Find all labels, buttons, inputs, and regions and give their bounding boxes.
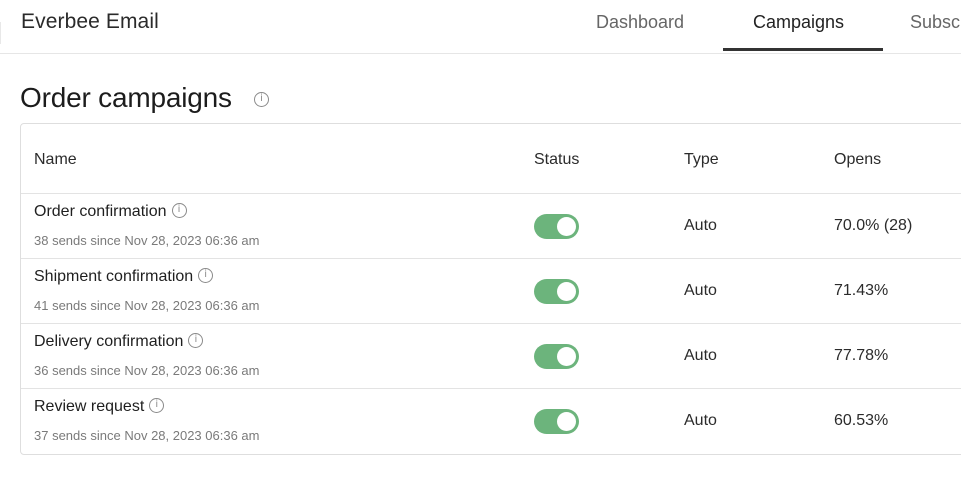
info-icon[interactable]: i bbox=[188, 333, 204, 349]
top-navigation-bar: Everbee Email Dashboard Campaigns Subsc bbox=[0, 0, 961, 54]
toggle-knob bbox=[557, 217, 576, 236]
campaign-type: Auto bbox=[684, 347, 717, 364]
campaign-sends-subtitle: 41 sends since Nov 28, 2023 06:36 am bbox=[34, 298, 260, 313]
campaign-sends-subtitle: 37 sends since Nov 28, 2023 06:36 am bbox=[34, 428, 260, 443]
table-row[interactable]: Delivery confirmation i 36 sends since No… bbox=[21, 323, 961, 388]
campaign-name[interactable]: Review request bbox=[34, 398, 144, 415]
campaign-sends-subtitle: 38 sends since Nov 28, 2023 06:36 am bbox=[34, 233, 260, 248]
app-window: Everbee Email Dashboard Campaigns Subsc … bbox=[0, 0, 961, 481]
table-row[interactable]: Order confirmation i 38 sends since Nov 2… bbox=[21, 193, 961, 258]
app-title: Everbee Email bbox=[21, 10, 159, 33]
status-toggle[interactable] bbox=[534, 279, 579, 304]
info-icon[interactable]: i bbox=[149, 398, 165, 414]
campaign-opens: 60.53% bbox=[834, 412, 889, 429]
campaign-name-cell: Order confirmation i bbox=[34, 203, 187, 221]
column-header-name: Name bbox=[34, 151, 77, 168]
left-edge-divider bbox=[0, 22, 1, 44]
info-icon[interactable]: i bbox=[171, 203, 187, 219]
campaign-name[interactable]: Delivery confirmation bbox=[34, 333, 183, 350]
status-toggle[interactable] bbox=[534, 344, 579, 369]
toggle-knob bbox=[557, 282, 576, 301]
campaign-type: Auto bbox=[684, 412, 717, 429]
campaign-name-cell: Shipment confirmation i bbox=[34, 268, 214, 286]
campaign-name[interactable]: Shipment confirmation bbox=[34, 268, 193, 285]
campaign-name-cell: Review request i bbox=[34, 398, 165, 416]
campaign-type: Auto bbox=[684, 217, 717, 234]
campaign-name[interactable]: Order confirmation bbox=[34, 203, 167, 220]
campaign-opens: 71.43% bbox=[834, 282, 889, 299]
column-header-status: Status bbox=[534, 151, 580, 168]
info-icon[interactable]: i bbox=[198, 268, 214, 284]
campaign-opens: 70.0% (28) bbox=[834, 217, 913, 234]
table-row[interactable]: Review request i 37 sends since Nov 28, 2… bbox=[21, 388, 961, 453]
status-toggle[interactable] bbox=[534, 214, 579, 239]
active-tab-indicator bbox=[723, 48, 883, 51]
toggle-knob bbox=[557, 347, 576, 366]
campaign-type: Auto bbox=[684, 282, 717, 299]
table-row[interactable]: Shipment confirmation i 41 sends since No… bbox=[21, 258, 961, 323]
column-header-opens: Opens bbox=[834, 151, 882, 168]
campaign-sends-subtitle: 36 sends since Nov 28, 2023 06:36 am bbox=[34, 363, 260, 378]
column-header-type: Type bbox=[684, 151, 719, 168]
tab-campaigns[interactable]: Campaigns bbox=[753, 12, 844, 33]
status-toggle[interactable] bbox=[534, 409, 579, 434]
tab-subscribers[interactable]: Subsc bbox=[910, 12, 960, 33]
campaigns-table: Name Status Type Opens Order confirmatio… bbox=[20, 123, 961, 455]
campaign-name-cell: Delivery confirmation i bbox=[34, 333, 204, 351]
tab-dashboard[interactable]: Dashboard bbox=[596, 12, 684, 33]
toggle-knob bbox=[557, 412, 576, 431]
page-title: Order campaigns bbox=[20, 82, 232, 113]
info-icon[interactable]: i bbox=[254, 92, 269, 107]
campaign-opens: 77.78% bbox=[834, 347, 889, 364]
